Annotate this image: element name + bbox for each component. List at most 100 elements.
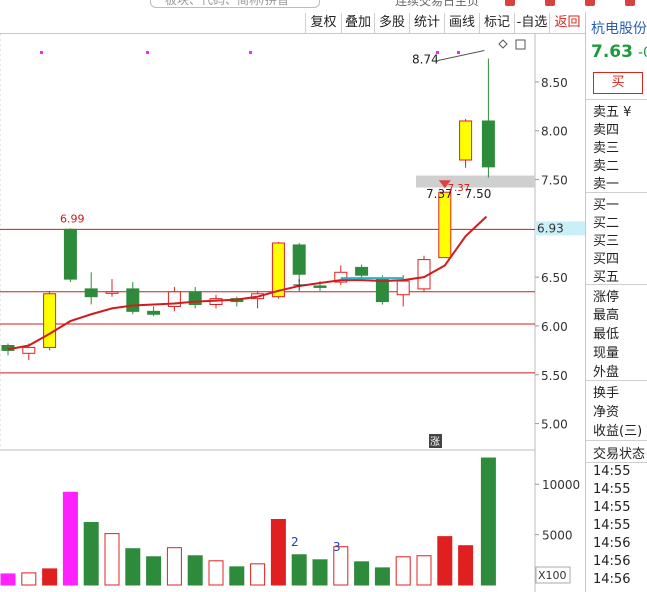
candle-body[interactable] xyxy=(84,288,98,298)
stat-limit-up: 涨停 xyxy=(593,290,620,305)
volume-bar[interactable] xyxy=(250,563,266,586)
toolbar-button-restore-rights[interactable]: 复权 xyxy=(305,13,341,33)
order-buy-4[interactable]: 买四 xyxy=(593,248,619,267)
prev-high-label: 6.99 xyxy=(60,212,85,225)
order-sell-2[interactable]: 卖二 xyxy=(593,155,619,174)
candle-body[interactable] xyxy=(126,288,140,312)
volume-bar[interactable] xyxy=(354,561,370,586)
volume-bar[interactable] xyxy=(21,572,37,586)
order-buy-1[interactable]: 买一 xyxy=(593,194,619,213)
volume-bar[interactable] xyxy=(416,555,432,586)
volume-bar[interactable] xyxy=(374,567,390,586)
kline-chart[interactable]: 8.508.007.507.006.506.005.505.0010000500… xyxy=(0,34,585,592)
volume-bar[interactable] xyxy=(208,560,224,586)
volume-bar[interactable] xyxy=(229,566,245,586)
order-buy-3[interactable]: 买三 xyxy=(593,230,619,249)
order-buy-2[interactable]: 买二 xyxy=(593,212,619,231)
candle-body[interactable] xyxy=(43,293,57,348)
volume-bar[interactable] xyxy=(291,554,307,586)
stat-outer-volume: 外盘 xyxy=(593,365,620,380)
candle-body[interactable] xyxy=(292,244,306,275)
buy-button[interactable]: 买 xyxy=(593,72,643,94)
volume-bar[interactable] xyxy=(187,555,203,586)
volume-tick-label: 10000 xyxy=(542,478,580,492)
window-icon[interactable] xyxy=(545,0,555,6)
candle-body[interactable] xyxy=(396,280,410,296)
volume-bar[interactable] xyxy=(270,519,286,586)
price-level-lines xyxy=(0,175,535,374)
toolbar-button-draw-line[interactable]: 画线 xyxy=(444,13,479,33)
divider xyxy=(586,440,647,441)
volume-bar[interactable] xyxy=(42,568,58,586)
stat-high: 最高 xyxy=(593,308,620,323)
event-marker xyxy=(146,51,149,54)
order-sell-1[interactable]: 卖一 xyxy=(593,173,619,192)
volume-bar[interactable] xyxy=(104,533,120,586)
candle-body[interactable] xyxy=(105,291,119,294)
stat-turnover: 换手 xyxy=(593,386,620,401)
order-buy-5[interactable]: 买五 xyxy=(593,266,619,285)
chart-grid xyxy=(0,34,536,592)
toolbar-button-multi-stock[interactable]: 多股 xyxy=(374,13,409,33)
order-sell-4[interactable]: 卖四 xyxy=(593,119,619,138)
candle-body[interactable] xyxy=(355,266,369,276)
window-icon[interactable] xyxy=(625,0,635,6)
candle-body[interactable] xyxy=(271,242,285,298)
window-title: 连续交易日主页 xyxy=(395,0,480,8)
volume-bar[interactable] xyxy=(166,547,182,586)
volume-series xyxy=(0,457,496,586)
volume-bar[interactable] xyxy=(480,457,496,586)
volume-bar[interactable] xyxy=(437,536,453,586)
volume-bar[interactable] xyxy=(146,556,162,586)
expand-icon[interactable] xyxy=(515,39,526,50)
event-marker xyxy=(457,51,460,54)
order-sell-3[interactable]: 卖三 xyxy=(593,137,619,156)
candle-body[interactable] xyxy=(375,278,389,303)
price-tick-label: 8.00 xyxy=(541,125,568,139)
candle-body[interactable] xyxy=(481,120,495,168)
toolbar-button-statistics[interactable]: 统计 xyxy=(409,13,444,33)
window-icon[interactable] xyxy=(505,0,515,6)
stat-net-assets: 净资 xyxy=(593,405,620,420)
candle-body[interactable] xyxy=(22,346,36,354)
volume-bar[interactable] xyxy=(62,491,78,586)
trade-time: 14:56 xyxy=(593,554,631,569)
search-input[interactable]: 板块、代码、简称/拼音 xyxy=(150,0,320,8)
volume-scale-label: X100 xyxy=(538,569,567,582)
limit-label: 7.37 xyxy=(448,183,470,194)
candle-body[interactable] xyxy=(313,285,327,288)
volume-bar[interactable] xyxy=(125,548,141,586)
divider xyxy=(586,462,647,463)
volume-note: 2 xyxy=(291,535,299,549)
trades-title: 交易状态 xyxy=(593,447,646,462)
divider xyxy=(586,380,647,381)
candlestick-series xyxy=(1,58,495,361)
candle-body[interactable] xyxy=(438,191,452,259)
volume-bar[interactable] xyxy=(395,556,411,586)
volume-bar[interactable] xyxy=(458,545,474,586)
candle-body[interactable] xyxy=(63,228,77,280)
candle-body[interactable] xyxy=(147,310,161,315)
candle-body[interactable] xyxy=(459,120,473,161)
order-sell-5[interactable]: 卖五 ¥ xyxy=(593,101,631,120)
volume-bar[interactable] xyxy=(0,573,16,586)
volume-bar[interactable] xyxy=(83,522,99,586)
price-tick-label: 6.50 xyxy=(541,271,568,285)
volume-bar[interactable] xyxy=(312,559,328,586)
stock-price: 7.63 xyxy=(591,42,633,62)
diamond-icon[interactable] xyxy=(498,39,508,49)
event-marker xyxy=(40,51,43,54)
toolbar-button-mark[interactable]: 标记 xyxy=(479,13,514,33)
window-icon[interactable] xyxy=(585,0,595,6)
stat-low: 最低 xyxy=(593,327,620,342)
moving-average xyxy=(7,215,488,351)
price-axis: 8.508.007.507.006.506.005.505.0010000500… xyxy=(535,76,580,543)
price-tick-label: 5.00 xyxy=(541,418,568,432)
toolbar-button-watchlist[interactable]: -自选 xyxy=(514,13,549,33)
toolbar-button-overlay[interactable]: 叠加 xyxy=(341,13,374,33)
stock-name[interactable]: 杭电股份 xyxy=(591,18,647,38)
toolbar-button-back[interactable]: 返回 xyxy=(549,13,585,33)
trade-time: 14:55 xyxy=(593,500,631,515)
limit-up-badge-label: 涨 xyxy=(430,436,440,448)
trade-time: 14:56 xyxy=(593,572,631,587)
